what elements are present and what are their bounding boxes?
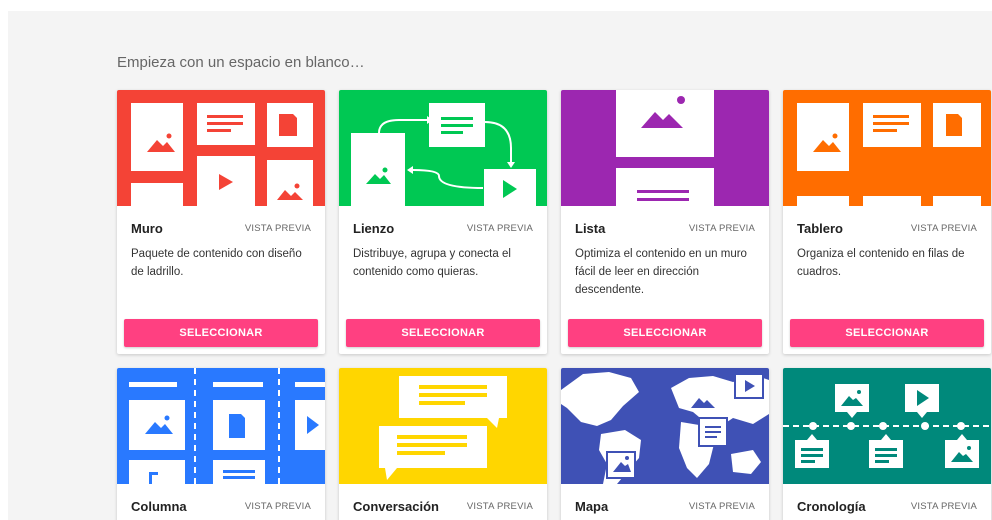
select-button[interactable]: SELECCIONAR	[346, 319, 540, 347]
card-description: Organiza el contenido en filas de cuadro…	[797, 248, 965, 278]
template-card-muro[interactable]: Muro VISTA PREVIA Paquete de contenido c…	[117, 90, 325, 354]
columna-thumbnail	[117, 368, 325, 484]
select-button[interactable]: SELECCIONAR	[790, 319, 984, 347]
preview-link[interactable]: VISTA PREVIA	[245, 223, 311, 234]
templates-panel: Empieza con un espacio en blanco… Muro V…	[8, 11, 992, 520]
lista-thumbnail	[561, 90, 769, 206]
card-description: Paquete de contenido con diseño de ladri…	[131, 248, 302, 278]
preview-link[interactable]: VISTA PREVIA	[911, 501, 977, 512]
template-card-conversacion[interactable]: Conversación VISTA PREVIA	[339, 368, 547, 520]
card-description: Distribuye, agrupa y conecta el contenid…	[353, 248, 511, 278]
template-card-lienzo[interactable]: Lienzo VISTA PREVIA Distribuye, agrupa y…	[339, 90, 547, 354]
template-card-mapa[interactable]: Mapa VISTA PREVIA	[561, 368, 769, 520]
card-title: Muro	[131, 221, 163, 236]
card-title: Lista	[575, 221, 606, 236]
conversacion-thumbnail	[339, 368, 547, 484]
template-card-tablero[interactable]: Tablero VISTA PREVIA Organiza el conteni…	[783, 90, 991, 354]
preview-link[interactable]: VISTA PREVIA	[245, 501, 311, 512]
card-description: Optimiza el contenido en un muro fácil d…	[575, 248, 747, 296]
template-card-cronologia[interactable]: Cronología VISTA PREVIA	[783, 368, 991, 520]
card-title: Columna	[131, 499, 187, 514]
card-title: Conversación	[353, 499, 439, 514]
card-title: Mapa	[575, 499, 609, 514]
template-card-columna[interactable]: Columna VISTA PREVIA	[117, 368, 325, 520]
preview-link[interactable]: VISTA PREVIA	[911, 223, 977, 234]
tablero-thumbnail	[783, 90, 991, 206]
cronologia-thumbnail	[783, 368, 991, 484]
preview-link[interactable]: VISTA PREVIA	[467, 223, 533, 234]
preview-link[interactable]: VISTA PREVIA	[689, 501, 755, 512]
preview-link[interactable]: VISTA PREVIA	[689, 223, 755, 234]
mapa-thumbnail	[561, 368, 769, 484]
template-card-lista[interactable]: Lista VISTA PREVIA Optimiza el contenido…	[561, 90, 769, 354]
lienzo-thumbnail	[339, 90, 547, 206]
muro-thumbnail	[117, 90, 325, 206]
preview-link[interactable]: VISTA PREVIA	[467, 501, 533, 512]
card-title: Tablero	[797, 221, 843, 236]
card-title: Cronología	[797, 499, 866, 514]
section-heading: Empieza con un espacio en blanco…	[117, 54, 365, 71]
select-button[interactable]: SELECCIONAR	[568, 319, 762, 347]
select-button[interactable]: SELECCIONAR	[124, 319, 318, 347]
card-title: Lienzo	[353, 221, 395, 236]
